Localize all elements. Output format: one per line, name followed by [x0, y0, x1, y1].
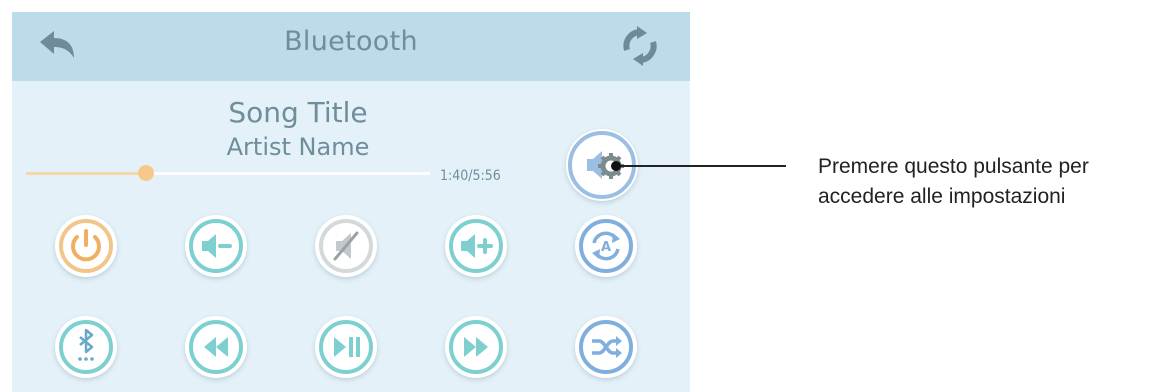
callout-dot [611, 161, 621, 171]
mute-icon [319, 219, 373, 273]
bluetooth-icon [59, 320, 113, 374]
volume-down-button[interactable] [185, 215, 247, 277]
bluetooth-pair-button[interactable] [55, 316, 117, 378]
progress-thumb[interactable] [137, 165, 154, 181]
play-pause-button[interactable] [315, 316, 377, 378]
progress-bar[interactable] [26, 165, 430, 181]
svg-text:A: A [601, 240, 611, 255]
callout-line [616, 165, 786, 167]
refresh-button[interactable] [620, 26, 660, 66]
time-readout: 1:40/5:56 [440, 168, 501, 184]
shuffle-icon [579, 320, 633, 374]
callout-line-1: Premere questo pulsante per [818, 155, 1089, 178]
volume-up-button[interactable] [445, 215, 507, 277]
power-icon [59, 219, 113, 273]
auto-repeat-icon: A [579, 219, 633, 273]
power-button[interactable] [55, 215, 117, 277]
mute-button[interactable] [315, 215, 377, 277]
page-title: Bluetooth [284, 26, 418, 57]
volume-up-icon [449, 219, 503, 273]
rewind-icon [189, 320, 243, 374]
song-title: Song Title [228, 96, 368, 129]
progress-fill [26, 172, 146, 175]
callout-text: Premere questo pulsante per accedere all… [818, 152, 1164, 212]
header-bar: Bluetooth [12, 12, 690, 81]
artist-name: Artist Name [226, 133, 370, 161]
play-pause-icon [319, 320, 373, 374]
auto-repeat-button[interactable]: A [575, 215, 637, 277]
fast-forward-icon [449, 320, 503, 374]
fast-forward-button[interactable] [445, 316, 507, 378]
shuffle-button[interactable] [575, 316, 637, 378]
refresh-icon [623, 26, 657, 66]
volume-down-icon [189, 219, 243, 273]
callout-line-2: accedere alle impostazioni [818, 185, 1066, 208]
bluetooth-screen: Bluetooth Song Title Artist Name 1:40/5:… [12, 12, 690, 392]
rewind-button[interactable] [185, 316, 247, 378]
